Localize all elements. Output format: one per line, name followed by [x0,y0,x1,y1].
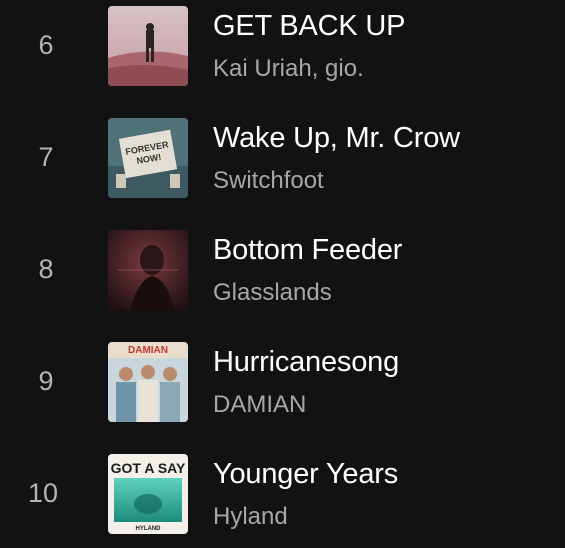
track-row[interactable]: 6 GET BACK UP Kai Uriah, gio. [0,0,565,100]
track-row[interactable]: 7 FOREVER NOW! Wake Up, Mr. Crow Switchf… [0,112,565,212]
album-art-get-back-up [108,6,188,86]
track-rank: 9 [38,366,54,396]
svg-text:GOT A SAY: GOT A SAY [111,460,186,476]
track-title[interactable]: Hurricanesong [213,348,399,377]
track-artist[interactable]: Switchfoot [213,169,324,193]
album-art-bottom-feeder [108,230,188,310]
track-rank: 10 [27,478,59,508]
album-cover[interactable]: GOT A SAY HYLAND [108,454,188,534]
svg-text:DAMIAN: DAMIAN [128,345,168,356]
track-row[interactable]: 8 Bottom Feeder Glasslands [0,224,565,324]
track-artist[interactable]: Kai Uriah, gio. [213,57,364,81]
track-artist[interactable]: DAMIAN [213,393,306,417]
track-title[interactable]: Younger Years [213,460,398,489]
album-art-wake-up-mr-crow: FOREVER NOW! [108,118,188,198]
track-row[interactable]: 9 DAMIAN Hurricanesong DAMIAN [0,336,565,436]
svg-text:HYLAND: HYLAND [136,526,162,532]
album-cover[interactable] [108,6,188,86]
track-artist[interactable]: Glasslands [213,281,332,305]
track-title[interactable]: Wake Up, Mr. Crow [213,124,460,153]
track-list: 6 GET BACK UP Kai Uriah, gio. 7 FOREVER … [0,0,565,542]
album-cover[interactable] [108,230,188,310]
album-art-hurricanesong: DAMIAN [108,342,188,422]
track-rank: 7 [38,142,54,172]
track-row[interactable]: 10 GOT A SAY HYLAND Younger Years Hyland [0,448,565,548]
album-cover[interactable]: DAMIAN [108,342,188,422]
track-rank: 8 [38,254,54,284]
track-rank: 6 [38,30,54,60]
track-title[interactable]: GET BACK UP [213,12,405,41]
track-artist[interactable]: Hyland [213,505,288,529]
album-art-younger-years: GOT A SAY HYLAND [108,454,188,534]
track-title[interactable]: Bottom Feeder [213,236,402,265]
album-cover[interactable]: FOREVER NOW! [108,118,188,198]
